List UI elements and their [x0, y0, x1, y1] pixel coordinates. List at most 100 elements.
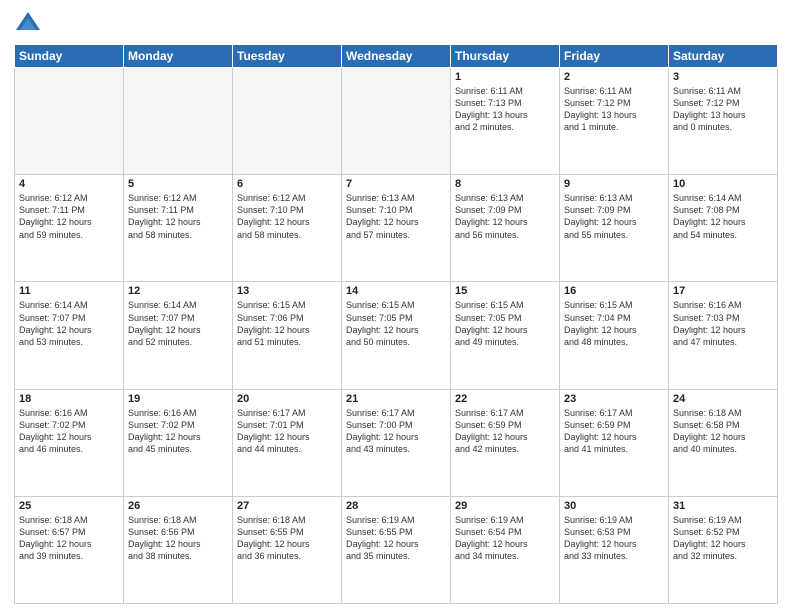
dow-header-friday: Friday — [560, 45, 669, 68]
day-number: 13 — [237, 285, 337, 297]
day-cell: 18 Sunrise: 6:16 AM Sunset: 7:02 PM Dayli… — [15, 389, 124, 496]
day-info: Sunrise: 6:12 AM Sunset: 7:11 PM Dayligh… — [128, 192, 228, 241]
week-row-2: 4 Sunrise: 6:12 AM Sunset: 7:11 PM Daylig… — [15, 175, 778, 282]
day-cell: 1 Sunrise: 6:11 AM Sunset: 7:13 PM Daylig… — [451, 68, 560, 175]
week-row-5: 25 Sunrise: 6:18 AM Sunset: 6:57 PM Dayli… — [15, 496, 778, 603]
logo — [14, 10, 46, 38]
day-info: Sunrise: 6:16 AM Sunset: 7:03 PM Dayligh… — [673, 299, 773, 348]
day-info: Sunrise: 6:19 AM Sunset: 6:52 PM Dayligh… — [673, 514, 773, 563]
day-number: 11 — [19, 285, 119, 297]
day-number: 29 — [455, 500, 555, 512]
day-cell: 9 Sunrise: 6:13 AM Sunset: 7:09 PM Daylig… — [560, 175, 669, 282]
day-cell: 23 Sunrise: 6:17 AM Sunset: 6:59 PM Dayli… — [560, 389, 669, 496]
day-cell — [233, 68, 342, 175]
day-number: 22 — [455, 393, 555, 405]
day-cell: 30 Sunrise: 6:19 AM Sunset: 6:53 PM Dayli… — [560, 496, 669, 603]
day-cell: 13 Sunrise: 6:15 AM Sunset: 7:06 PM Dayli… — [233, 282, 342, 389]
dow-header-tuesday: Tuesday — [233, 45, 342, 68]
day-number: 27 — [237, 500, 337, 512]
day-number: 28 — [346, 500, 446, 512]
week-row-3: 11 Sunrise: 6:14 AM Sunset: 7:07 PM Dayli… — [15, 282, 778, 389]
day-number: 5 — [128, 178, 228, 190]
dow-header-sunday: Sunday — [15, 45, 124, 68]
calendar-header: SundayMondayTuesdayWednesdayThursdayFrid… — [15, 45, 778, 68]
day-info: Sunrise: 6:16 AM Sunset: 7:02 PM Dayligh… — [19, 407, 119, 456]
day-cell: 4Sunrise: 6:12 AM Sunset: 7:11 PM Daylig… — [15, 175, 124, 282]
logo-icon — [14, 10, 42, 38]
day-cell: 6 Sunrise: 6:12 AM Sunset: 7:10 PM Daylig… — [233, 175, 342, 282]
day-number: 19 — [128, 393, 228, 405]
day-info: Sunrise: 6:18 AM Sunset: 6:57 PM Dayligh… — [19, 514, 119, 563]
day-info: Sunrise: 6:13 AM Sunset: 7:09 PM Dayligh… — [455, 192, 555, 241]
day-cell: 3 Sunrise: 6:11 AM Sunset: 7:12 PM Daylig… — [669, 68, 778, 175]
day-info: Sunrise: 6:17 AM Sunset: 7:00 PM Dayligh… — [346, 407, 446, 456]
day-info: Sunrise: 6:12 AM Sunset: 7:10 PM Dayligh… — [237, 192, 337, 241]
day-number: 23 — [564, 393, 664, 405]
day-number: 2 — [564, 71, 664, 83]
day-number: 18 — [19, 393, 119, 405]
dow-header-wednesday: Wednesday — [342, 45, 451, 68]
day-info: Sunrise: 6:19 AM Sunset: 6:53 PM Dayligh… — [564, 514, 664, 563]
day-info: Sunrise: 6:18 AM Sunset: 6:58 PM Dayligh… — [673, 407, 773, 456]
day-cell: 17 Sunrise: 6:16 AM Sunset: 7:03 PM Dayli… — [669, 282, 778, 389]
day-number: 20 — [237, 393, 337, 405]
day-number: 12 — [128, 285, 228, 297]
day-cell — [15, 68, 124, 175]
day-info: Sunrise: 6:14 AM Sunset: 7:07 PM Dayligh… — [128, 299, 228, 348]
day-number: 4 — [19, 178, 119, 190]
day-info: Sunrise: 6:15 AM Sunset: 7:05 PM Dayligh… — [455, 299, 555, 348]
day-number: 8 — [455, 178, 555, 190]
day-number: 3 — [673, 71, 773, 83]
day-cell: 27 Sunrise: 6:18 AM Sunset: 6:55 PM Dayli… — [233, 496, 342, 603]
day-cell: 22 Sunrise: 6:17 AM Sunset: 6:59 PM Dayli… — [451, 389, 560, 496]
day-cell — [342, 68, 451, 175]
day-number: 10 — [673, 178, 773, 190]
day-cell: 20Sunrise: 6:17 AM Sunset: 7:01 PM Dayli… — [233, 389, 342, 496]
day-info: Sunrise: 6:11 AM Sunset: 7:13 PM Dayligh… — [455, 85, 555, 134]
dow-header-saturday: Saturday — [669, 45, 778, 68]
week-row-4: 18 Sunrise: 6:16 AM Sunset: 7:02 PM Dayli… — [15, 389, 778, 496]
day-cell: 7Sunrise: 6:13 AM Sunset: 7:10 PM Daylig… — [342, 175, 451, 282]
day-cell: 16 Sunrise: 6:15 AM Sunset: 7:04 PM Dayli… — [560, 282, 669, 389]
day-cell: 10 Sunrise: 6:14 AM Sunset: 7:08 PM Dayli… — [669, 175, 778, 282]
day-info: Sunrise: 6:14 AM Sunset: 7:07 PM Dayligh… — [19, 299, 119, 348]
day-number: 24 — [673, 393, 773, 405]
day-cell: 31 Sunrise: 6:19 AM Sunset: 6:52 PM Dayli… — [669, 496, 778, 603]
day-info: Sunrise: 6:11 AM Sunset: 7:12 PM Dayligh… — [673, 85, 773, 134]
day-number: 21 — [346, 393, 446, 405]
day-info: Sunrise: 6:17 AM Sunset: 6:59 PM Dayligh… — [564, 407, 664, 456]
dow-header-monday: Monday — [124, 45, 233, 68]
day-info: Sunrise: 6:15 AM Sunset: 7:06 PM Dayligh… — [237, 299, 337, 348]
day-cell: 21 Sunrise: 6:17 AM Sunset: 7:00 PM Dayli… — [342, 389, 451, 496]
day-cell: 24 Sunrise: 6:18 AM Sunset: 6:58 PM Dayli… — [669, 389, 778, 496]
day-number: 17 — [673, 285, 773, 297]
day-info: Sunrise: 6:15 AM Sunset: 7:05 PM Dayligh… — [346, 299, 446, 348]
day-number: 26 — [128, 500, 228, 512]
day-number: 9 — [564, 178, 664, 190]
day-info: Sunrise: 6:17 AM Sunset: 6:59 PM Dayligh… — [455, 407, 555, 456]
day-info: Sunrise: 6:14 AM Sunset: 7:08 PM Dayligh… — [673, 192, 773, 241]
day-info: Sunrise: 6:19 AM Sunset: 6:55 PM Dayligh… — [346, 514, 446, 563]
calendar: SundayMondayTuesdayWednesdayThursdayFrid… — [14, 44, 778, 604]
page-header — [14, 10, 778, 38]
day-number: 30 — [564, 500, 664, 512]
day-number: 16 — [564, 285, 664, 297]
day-cell: 28 Sunrise: 6:19 AM Sunset: 6:55 PM Dayli… — [342, 496, 451, 603]
week-row-1: 1 Sunrise: 6:11 AM Sunset: 7:13 PM Daylig… — [15, 68, 778, 175]
day-number: 1 — [455, 71, 555, 83]
day-cell: 25 Sunrise: 6:18 AM Sunset: 6:57 PM Dayli… — [15, 496, 124, 603]
day-number: 25 — [19, 500, 119, 512]
day-cell: 8 Sunrise: 6:13 AM Sunset: 7:09 PM Daylig… — [451, 175, 560, 282]
day-cell: 14 Sunrise: 6:15 AM Sunset: 7:05 PM Dayli… — [342, 282, 451, 389]
day-number: 14 — [346, 285, 446, 297]
day-info: Sunrise: 6:18 AM Sunset: 6:55 PM Dayligh… — [237, 514, 337, 563]
dow-header-thursday: Thursday — [451, 45, 560, 68]
day-number: 31 — [673, 500, 773, 512]
day-number: 6 — [237, 178, 337, 190]
day-info: Sunrise: 6:15 AM Sunset: 7:04 PM Dayligh… — [564, 299, 664, 348]
day-info: Sunrise: 6:18 AM Sunset: 6:56 PM Dayligh… — [128, 514, 228, 563]
day-cell: 12 Sunrise: 6:14 AM Sunset: 7:07 PM Dayli… — [124, 282, 233, 389]
day-info: Sunrise: 6:13 AM Sunset: 7:09 PM Dayligh… — [564, 192, 664, 241]
day-info: Sunrise: 6:13 AM Sunset: 7:10 PM Dayligh… — [346, 192, 446, 241]
day-info: Sunrise: 6:16 AM Sunset: 7:02 PM Dayligh… — [128, 407, 228, 456]
